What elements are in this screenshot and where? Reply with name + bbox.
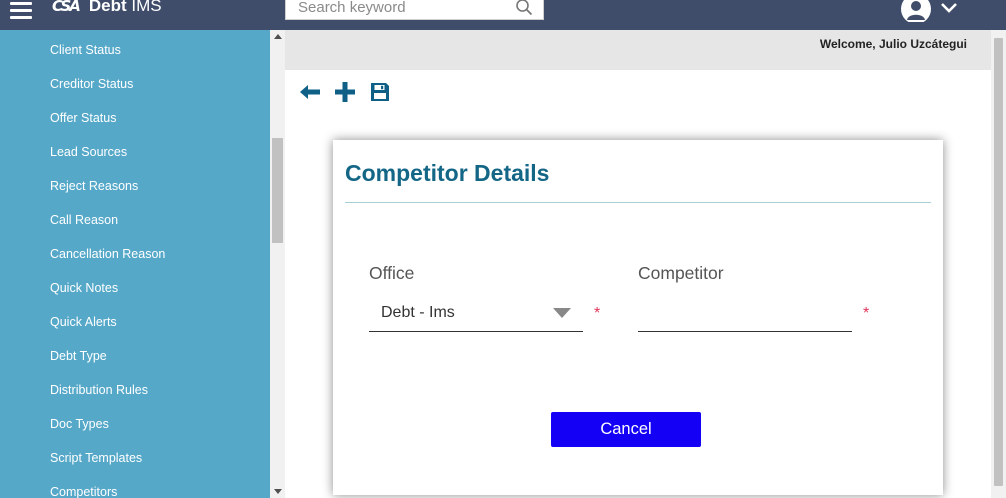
sidebar-item-competitors[interactable]: Competitors xyxy=(0,475,270,498)
sidebar-scrollbar[interactable] xyxy=(270,30,285,498)
sidebar-scrollbar-thumb[interactable] xyxy=(272,138,283,243)
office-label: Office xyxy=(369,263,415,283)
sidebar-item-quick-alerts[interactable]: Quick Alerts xyxy=(0,305,270,339)
card-title: Competitor Details xyxy=(345,160,550,186)
competitor-details-card: Competitor Details Office Debt - Ims * C… xyxy=(333,140,943,495)
sidebar-item-distribution-rules[interactable]: Distribution Rules xyxy=(0,373,270,407)
welcome-bar: Welcome, Julio Uzcátegui xyxy=(285,30,991,70)
cancel-button[interactable]: Cancel xyxy=(551,412,701,447)
main-scrollbar-thumb[interactable] xyxy=(994,38,1003,486)
floppy-disk-icon[interactable] xyxy=(369,81,391,103)
competitor-label: Competitor xyxy=(638,263,724,283)
app-logo[interactable]: CSA Debt IMS xyxy=(52,0,162,16)
title-divider xyxy=(345,202,931,203)
dropdown-caret-icon[interactable] xyxy=(553,308,571,318)
sidebar-item-script-templates[interactable]: Script Templates xyxy=(0,441,270,475)
competitor-input[interactable] xyxy=(638,298,852,332)
main-scrollbar[interactable] xyxy=(991,30,1006,498)
sidebar-item-doc-types[interactable]: Doc Types xyxy=(0,407,270,441)
office-select[interactable]: Debt - Ims xyxy=(369,298,583,332)
sidebar-item-call-reason[interactable]: Call Reason xyxy=(0,203,270,237)
office-required-mark: * xyxy=(594,305,601,322)
sidebar-item-reject-reasons[interactable]: Reject Reasons xyxy=(0,169,270,203)
user-avatar-icon[interactable] xyxy=(901,0,931,22)
sidebar-item-client-status[interactable]: Client Status xyxy=(0,33,270,67)
sidebar-item-offer-status[interactable]: Offer Status xyxy=(0,101,270,135)
search-icon[interactable] xyxy=(515,0,533,16)
chevron-down-icon[interactable] xyxy=(940,2,958,14)
scroll-down-arrow-icon[interactable] xyxy=(274,489,282,494)
scroll-up-arrow-icon[interactable] xyxy=(274,34,282,39)
sidebar-item-debt-type[interactable]: Debt Type xyxy=(0,339,270,373)
top-bar: CSA Debt IMS xyxy=(0,0,1006,30)
logo-mark: CSA xyxy=(52,0,81,15)
competitor-required-mark: * xyxy=(863,305,870,322)
office-selected-value: Debt - Ims xyxy=(381,304,455,321)
sidebar-item-creditor-status[interactable]: Creditor Status xyxy=(0,67,270,101)
search-box xyxy=(285,0,544,20)
sidebar: Client Status Creditor Status Offer Stat… xyxy=(0,30,270,498)
app-name: Debt IMS xyxy=(88,0,162,15)
plus-icon[interactable] xyxy=(334,81,356,103)
sidebar-item-cancellation-reason[interactable]: Cancellation Reason xyxy=(0,237,270,271)
arrow-left-icon[interactable] xyxy=(299,81,321,103)
search-input[interactable] xyxy=(286,0,511,19)
hamburger-menu-icon[interactable] xyxy=(10,2,34,20)
welcome-message: Welcome, Julio Uzcátegui xyxy=(819,37,967,51)
sidebar-item-quick-notes[interactable]: Quick Notes xyxy=(0,271,270,305)
sidebar-item-lead-sources[interactable]: Lead Sources xyxy=(0,135,270,169)
